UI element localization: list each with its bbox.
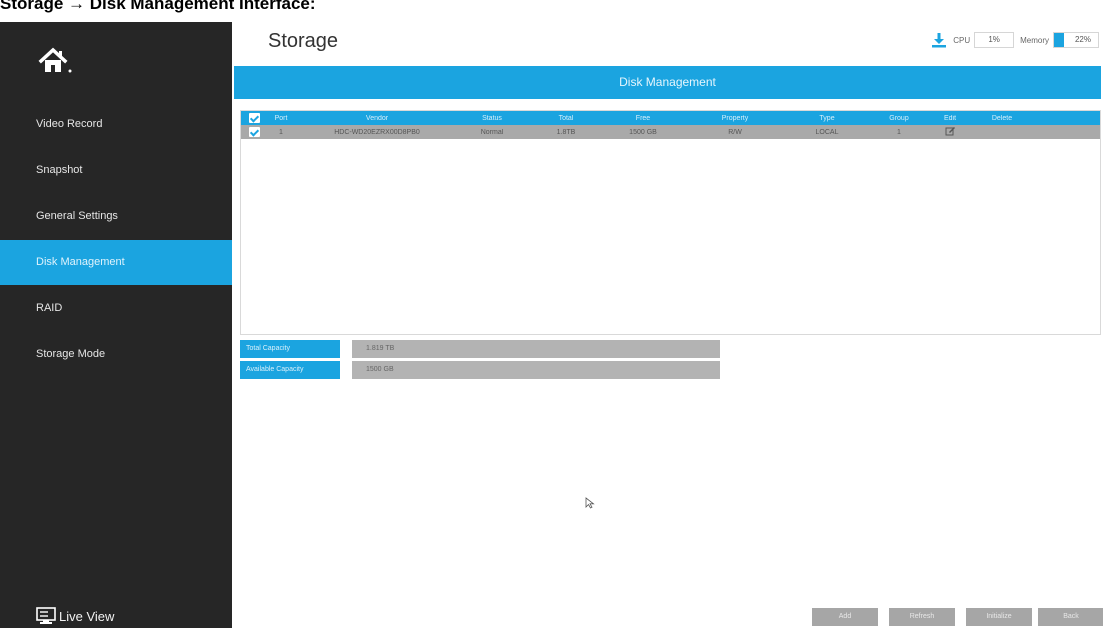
- col-total: Total: [558, 114, 574, 122]
- col-type: Type: [819, 114, 835, 122]
- col-delete: Delete: [991, 114, 1013, 122]
- edit-icon[interactable]: [928, 126, 972, 138]
- col-vendor: Vendor: [365, 114, 389, 122]
- col-edit: Edit: [943, 114, 957, 122]
- monitor-icon: [36, 607, 56, 624]
- row-checkbox[interactable]: [249, 127, 260, 137]
- available-capacity-label: Available Capacity: [240, 361, 340, 379]
- memory-label: Memory: [1020, 35, 1049, 45]
- live-view-button[interactable]: Live View: [36, 606, 114, 626]
- system-status: CPU 1% Memory 22%: [931, 32, 1099, 48]
- add-button[interactable]: Add: [812, 608, 878, 626]
- page-title: Storage: [268, 30, 339, 52]
- total-capacity-label: Total Capacity: [240, 340, 340, 358]
- memory-value: 22%: [1053, 32, 1099, 48]
- document-caption: Storage → Disk Management Interface:: [0, 0, 316, 13]
- select-all-checkbox[interactable]: [249, 113, 260, 123]
- cell-port: 1: [279, 128, 283, 136]
- sidebar-item-disk-management[interactable]: Disk Management: [0, 240, 232, 285]
- initialize-button[interactable]: Initialize: [966, 608, 1032, 626]
- refresh-button[interactable]: Refresh: [889, 608, 955, 626]
- cell-total: 1.8TB: [556, 128, 576, 136]
- sidebar-item-video-record[interactable]: Video Record: [0, 102, 232, 147]
- main-panel: Storage CPU 1% Memory 22% Disk Managemen…: [232, 22, 1103, 628]
- col-property: Property: [721, 114, 749, 122]
- cell-property: R/W: [728, 128, 742, 136]
- sidebar: Video Record Snapshot General Settings D…: [0, 22, 232, 628]
- download-icon[interactable]: [931, 32, 947, 48]
- col-status: Status: [482, 114, 502, 122]
- sidebar-item-general-settings[interactable]: General Settings: [0, 194, 232, 239]
- cell-type: LOCAL: [815, 128, 839, 136]
- cpu-label: CPU: [953, 35, 971, 45]
- cpu-value: 1%: [974, 32, 1015, 48]
- available-capacity-value: 1500 GB: [352, 361, 720, 379]
- table-header-row: Port Vendor Status Total Free Property T…: [241, 111, 1100, 125]
- col-port: Port: [274, 114, 288, 122]
- memory-usage-bar: [1054, 33, 1064, 47]
- sidebar-item-snapshot[interactable]: Snapshot: [0, 148, 232, 193]
- cell-status: Normal: [480, 128, 504, 136]
- cell-vendor: HDC-WD20EZRX00D8PB0: [334, 128, 420, 136]
- cursor-icon: [585, 496, 595, 514]
- disk-table: Port Vendor Status Total Free Property T…: [240, 110, 1101, 335]
- section-banner: Disk Management: [234, 66, 1101, 99]
- total-capacity-row: Total Capacity 1.819 TB: [240, 340, 720, 358]
- home-icon[interactable]: [38, 46, 78, 76]
- back-button[interactable]: Back: [1038, 608, 1103, 626]
- table-row[interactable]: 1 HDC-WD20EZRX00D8PB0 Normal 1.8TB 1500 …: [241, 125, 1100, 139]
- col-group: Group: [889, 114, 909, 122]
- sidebar-item-raid[interactable]: RAID: [0, 286, 232, 331]
- live-view-label: Live View: [59, 608, 115, 624]
- col-free: Free: [635, 114, 651, 122]
- available-capacity-row: Available Capacity 1500 GB: [240, 361, 720, 379]
- total-capacity-value: 1.819 TB: [352, 340, 720, 358]
- cell-free: 1500 GB: [629, 128, 657, 136]
- cell-group: 1: [897, 128, 901, 136]
- sidebar-item-storage-mode[interactable]: Storage Mode: [0, 332, 232, 377]
